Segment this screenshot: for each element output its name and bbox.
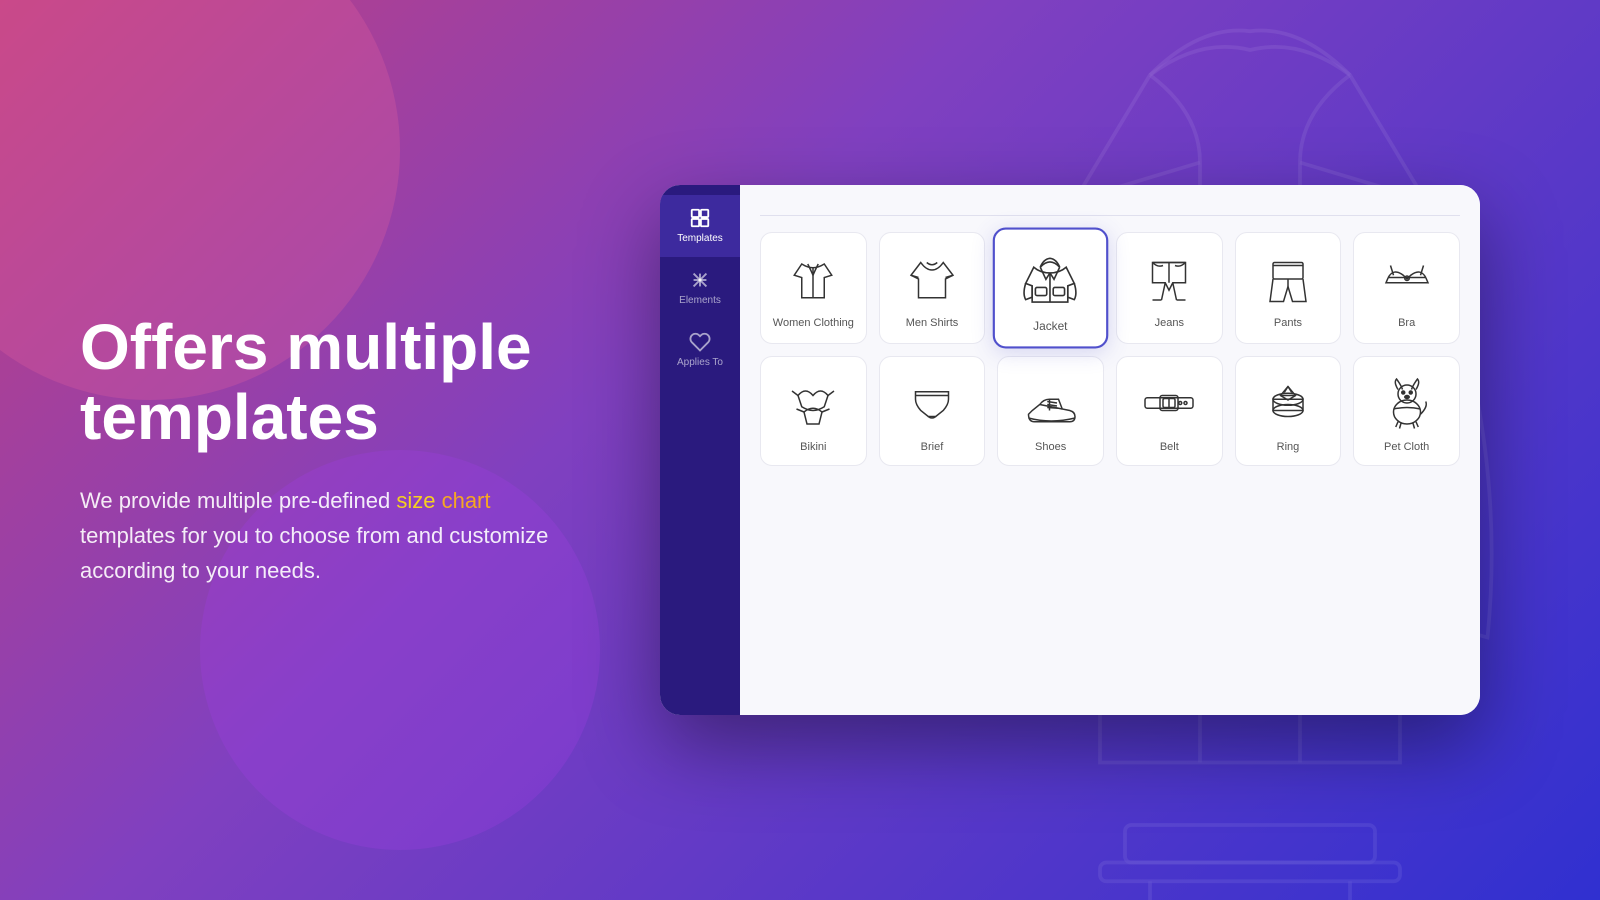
pet-cloth-label: Pet Cloth bbox=[1384, 441, 1429, 453]
sidebar-item-elements[interactable]: Elements bbox=[660, 257, 740, 319]
app-window: Templates Elements Applies To bbox=[660, 185, 1480, 715]
bra-label: Bra bbox=[1398, 317, 1415, 329]
template-card-women-clothing[interactable]: Women Clothing bbox=[760, 232, 867, 344]
content-header bbox=[760, 205, 1460, 216]
shoes-icon bbox=[1021, 373, 1081, 433]
pants-icon bbox=[1258, 249, 1318, 309]
men-shirts-icon bbox=[902, 249, 962, 309]
template-card-ring[interactable]: Ring bbox=[1235, 356, 1342, 466]
template-card-jacket[interactable]: Jacket bbox=[993, 228, 1108, 349]
template-card-men-shirts[interactable]: Men Shirts bbox=[879, 232, 986, 344]
women-clothing-label: Women Clothing bbox=[773, 317, 854, 329]
templates-label: Templates bbox=[677, 233, 723, 245]
templates-icon bbox=[689, 207, 711, 229]
jeans-label: Jeans bbox=[1155, 317, 1184, 329]
sidebar-item-templates[interactable]: Templates bbox=[660, 195, 740, 257]
pet-cloth-icon bbox=[1377, 373, 1437, 433]
template-card-pet-cloth[interactable]: Pet Cloth bbox=[1353, 356, 1460, 466]
template-grid: Women Clothing Men Shirts bbox=[760, 232, 1460, 466]
bra-icon bbox=[1377, 249, 1437, 309]
bikini-label: Bikini bbox=[800, 441, 826, 453]
elements-icon bbox=[689, 269, 711, 291]
applies-to-label: Applies To bbox=[677, 357, 723, 369]
belt-icon bbox=[1139, 373, 1199, 433]
template-card-pants[interactable]: Pants bbox=[1235, 232, 1342, 344]
women-clothing-icon bbox=[783, 249, 843, 309]
main-heading: Offers multiple templates bbox=[80, 312, 580, 453]
template-card-bra[interactable]: Bra bbox=[1353, 232, 1460, 344]
ring-label: Ring bbox=[1277, 441, 1300, 453]
jeans-icon bbox=[1139, 249, 1199, 309]
elements-label: Elements bbox=[679, 295, 721, 307]
template-card-bikini[interactable]: Bikini bbox=[760, 356, 867, 466]
shoes-label: Shoes bbox=[1035, 441, 1066, 453]
jacket-icon bbox=[1018, 247, 1083, 312]
applies-to-icon bbox=[689, 331, 711, 353]
ring-icon bbox=[1258, 373, 1318, 433]
app-sidebar: Templates Elements Applies To bbox=[660, 185, 740, 715]
template-card-shoes[interactable]: Shoes bbox=[997, 356, 1104, 466]
brief-icon bbox=[902, 373, 962, 433]
men-shirts-label: Men Shirts bbox=[906, 317, 959, 329]
main-content: Women Clothing Men Shirts bbox=[740, 185, 1480, 715]
pants-label: Pants bbox=[1274, 317, 1302, 329]
template-card-brief[interactable]: Brief bbox=[879, 356, 986, 466]
jacket-label: Jacket bbox=[1033, 320, 1067, 333]
template-card-jeans[interactable]: Jeans bbox=[1116, 232, 1223, 344]
template-card-belt[interactable]: Belt bbox=[1116, 356, 1223, 466]
bikini-icon bbox=[783, 373, 843, 433]
brief-label: Brief bbox=[921, 441, 944, 453]
sidebar-item-applies-to[interactable]: Applies To bbox=[660, 319, 740, 381]
description-text: We provide multiple pre-defined size cha… bbox=[80, 483, 580, 589]
belt-label: Belt bbox=[1160, 441, 1179, 453]
left-section: Offers multiple templates We provide mul… bbox=[80, 312, 580, 588]
